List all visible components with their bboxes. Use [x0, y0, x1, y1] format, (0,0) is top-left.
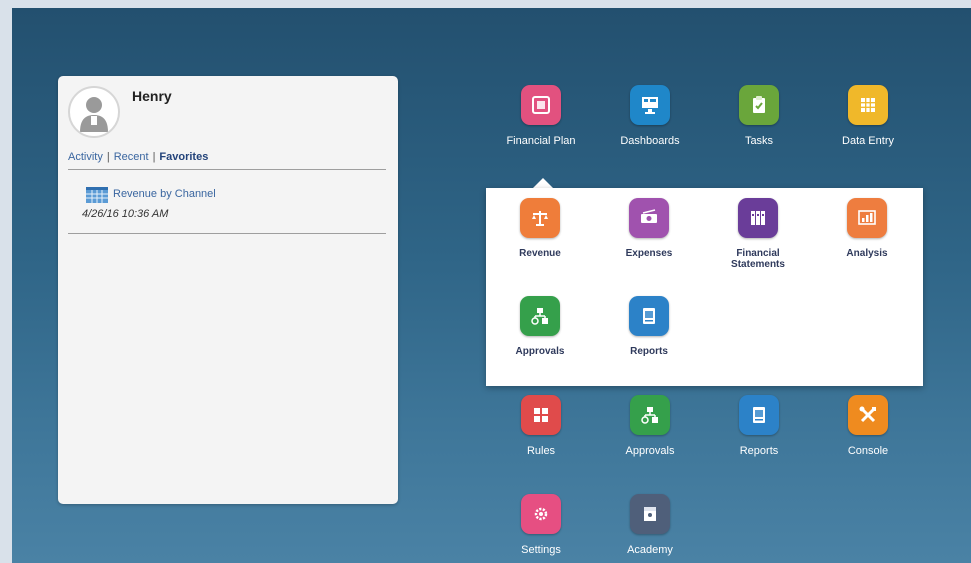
- app-label: Tasks: [744, 135, 774, 147]
- financial-plan-icon: [521, 85, 561, 125]
- submenu-item-financial-statements[interactable]: Financial Statements: [704, 198, 812, 270]
- grid-icon: [848, 85, 888, 125]
- submenu-label: Expenses: [625, 248, 673, 259]
- tools-icon: [848, 395, 888, 435]
- divider: [68, 233, 386, 234]
- gear-icon: [521, 494, 561, 534]
- submenu-label: Analysis: [846, 248, 888, 259]
- app-console[interactable]: Console: [814, 395, 922, 457]
- rules-grid-icon: [521, 395, 561, 435]
- academy-icon: [630, 494, 670, 534]
- app-dashboards[interactable]: Dashboards: [596, 85, 704, 147]
- submenu-item-approvals[interactable]: Approvals: [486, 296, 594, 357]
- submenu-item-expenses[interactable]: Expenses: [595, 198, 703, 259]
- app-reports[interactable]: Reports: [705, 395, 813, 457]
- submenu-item-reports[interactable]: Reports: [595, 296, 703, 357]
- tab-recent[interactable]: Recent: [114, 151, 149, 163]
- submenu-label: Financial Statements: [731, 248, 785, 270]
- app-label: Dashboards: [620, 135, 680, 147]
- app-label: Academy: [627, 544, 673, 556]
- user-panel: Henry Activity | Recent | Favorites Revenue …: [58, 76, 398, 504]
- app-label: Data Entry: [842, 135, 894, 147]
- app-label: Settings: [521, 544, 561, 556]
- app-label: Approvals: [625, 445, 675, 457]
- user-name: Henry: [132, 88, 172, 104]
- app-rules[interactable]: Rules: [487, 395, 595, 457]
- app-label: Reports: [739, 445, 779, 457]
- app-label: Rules: [526, 445, 556, 457]
- dataform-grid-icon: [86, 187, 108, 203]
- app-academy[interactable]: Academy: [596, 494, 704, 556]
- app-tasks[interactable]: Tasks: [705, 85, 813, 147]
- tab-separator: |: [152, 151, 156, 163]
- favorite-date: 4/26/16 10:36 AM: [82, 208, 169, 220]
- home-screen: Henry Activity | Recent | Favorites Revenue …: [12, 8, 971, 563]
- binders-icon: [738, 198, 778, 238]
- submenu-label: Reports: [630, 346, 668, 357]
- submenu-label: Approvals: [515, 346, 565, 357]
- panel-tabs: Activity | Recent | Favorites: [68, 151, 208, 163]
- app-settings[interactable]: Settings: [487, 494, 595, 556]
- tab-activity[interactable]: Activity: [68, 151, 103, 163]
- app-financial-plan[interactable]: Financial Plan: [487, 85, 595, 147]
- favorite-link[interactable]: Revenue by Channel: [113, 188, 216, 200]
- app-label: Financial Plan: [506, 135, 576, 147]
- submenu-item-revenue[interactable]: Revenue: [486, 198, 594, 259]
- submenu-item-analysis[interactable]: Analysis: [813, 198, 921, 259]
- app-label: Console: [847, 445, 889, 457]
- avatar[interactable]: [68, 86, 120, 138]
- money-icon: [629, 198, 669, 238]
- financial-plan-submenu: Revenue Expenses Financial Statements An…: [486, 188, 923, 386]
- app-approvals[interactable]: Approvals: [596, 395, 704, 457]
- chart-icon: [847, 198, 887, 238]
- hierarchy-icon: [520, 296, 560, 336]
- dashboard-monitor-icon: [630, 85, 670, 125]
- tab-favorites[interactable]: Favorites: [159, 151, 208, 163]
- clipboard-check-icon: [739, 85, 779, 125]
- report-icon: [739, 395, 779, 435]
- submenu-label: Revenue: [519, 248, 561, 259]
- scales-icon: [520, 198, 560, 238]
- tab-separator: |: [106, 151, 110, 163]
- app-data-entry[interactable]: Data Entry: [814, 85, 922, 147]
- divider: [68, 169, 386, 170]
- report-icon: [629, 296, 669, 336]
- hierarchy-icon: [630, 395, 670, 435]
- user-silhouette-icon: [80, 97, 108, 132]
